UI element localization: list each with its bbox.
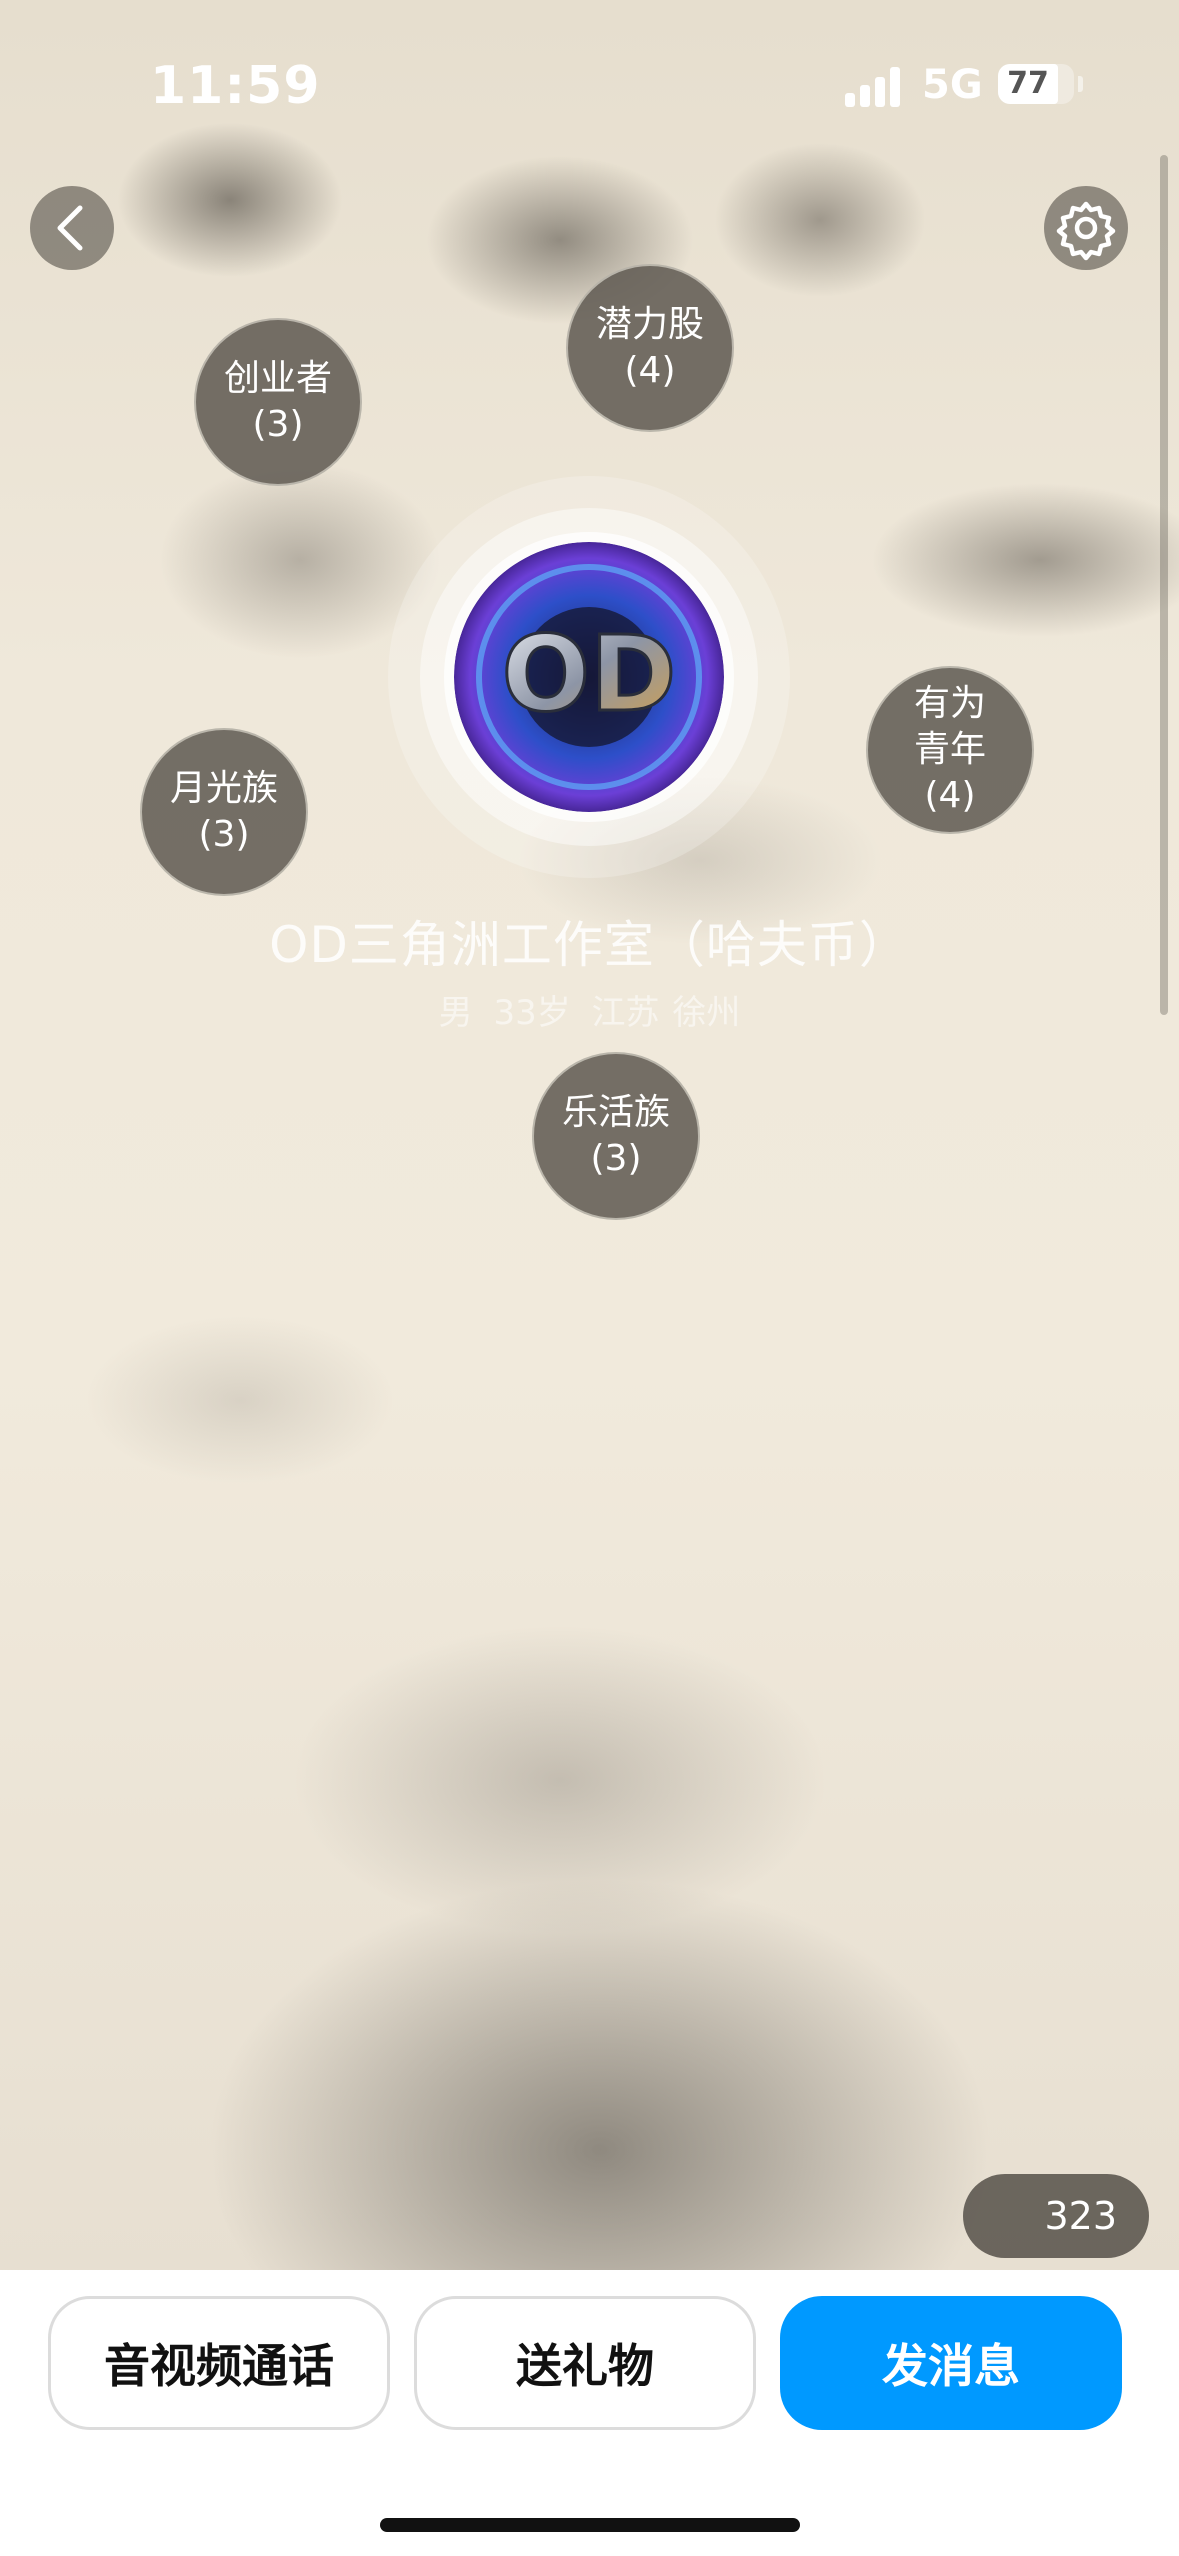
settings-button[interactable] — [1044, 186, 1128, 270]
chevron-left-icon — [57, 205, 83, 251]
battery-level: 77 — [1007, 66, 1049, 101]
send-gift-label: 送礼物 — [516, 2339, 654, 2393]
tag-label: 月光族 — [169, 768, 278, 809]
tag-bubble[interactable]: 乐活族 (3) — [532, 1052, 700, 1220]
network-type: 5G — [922, 62, 983, 108]
profile-age: 33岁 — [493, 993, 571, 1033]
tag-label: 潜力股 — [595, 304, 704, 345]
back-button[interactable] — [30, 186, 114, 270]
tag-count: (4) — [624, 350, 676, 391]
tag-label: 乐活族 — [561, 1092, 670, 1133]
profile-gender: 男 — [438, 993, 473, 1033]
tag-bubble[interactable]: 有为青年 (4) — [866, 666, 1034, 834]
tag-bubble[interactable]: 潜力股 (4) — [566, 264, 734, 432]
avatar[interactable]: OD — [454, 542, 724, 812]
scrollbar[interactable] — [1160, 155, 1168, 1015]
cellular-signal-icon — [845, 67, 905, 107]
avatar-image: OD — [454, 542, 724, 812]
gear-icon — [1056, 201, 1116, 261]
tag-label: 有为青年 — [913, 683, 986, 770]
tag-label: 创业者 — [223, 358, 332, 399]
status-bar: 11:59 5G 77 — [0, 0, 1179, 150]
tag-count: (3) — [590, 1138, 642, 1179]
visitor-count-badge[interactable]: 323 — [963, 2174, 1149, 2258]
tag-bubble[interactable]: 创业者 (3) — [194, 318, 362, 486]
profile-meta: 男 33岁 江苏 徐州 — [0, 985, 1179, 1034]
tag-count: (4) — [924, 775, 976, 816]
tag-bubble[interactable]: 月光族 (3) — [140, 728, 308, 896]
profile-province: 江苏 — [591, 993, 660, 1033]
profile-city: 徐州 — [672, 993, 741, 1033]
send-message-button[interactable]: 发消息 — [780, 2296, 1122, 2430]
tag-count: (3) — [198, 814, 250, 855]
send-gift-button[interactable]: 送礼物 — [414, 2296, 756, 2430]
av-call-button[interactable]: 音视频通话 — [48, 2296, 390, 2430]
tag-count: (3) — [252, 404, 304, 445]
home-indicator — [380, 2518, 800, 2532]
battery-tip — [1078, 76, 1083, 92]
send-message-label: 发消息 — [882, 2339, 1020, 2393]
avatar-logo-text: OD — [502, 613, 677, 735]
av-call-label: 音视频通话 — [104, 2339, 334, 2393]
profile-name: OD三角洲工作室（哈夫币） — [269, 916, 910, 974]
status-time: 11:59 — [150, 56, 321, 116]
battery-icon: 77 — [998, 64, 1074, 104]
